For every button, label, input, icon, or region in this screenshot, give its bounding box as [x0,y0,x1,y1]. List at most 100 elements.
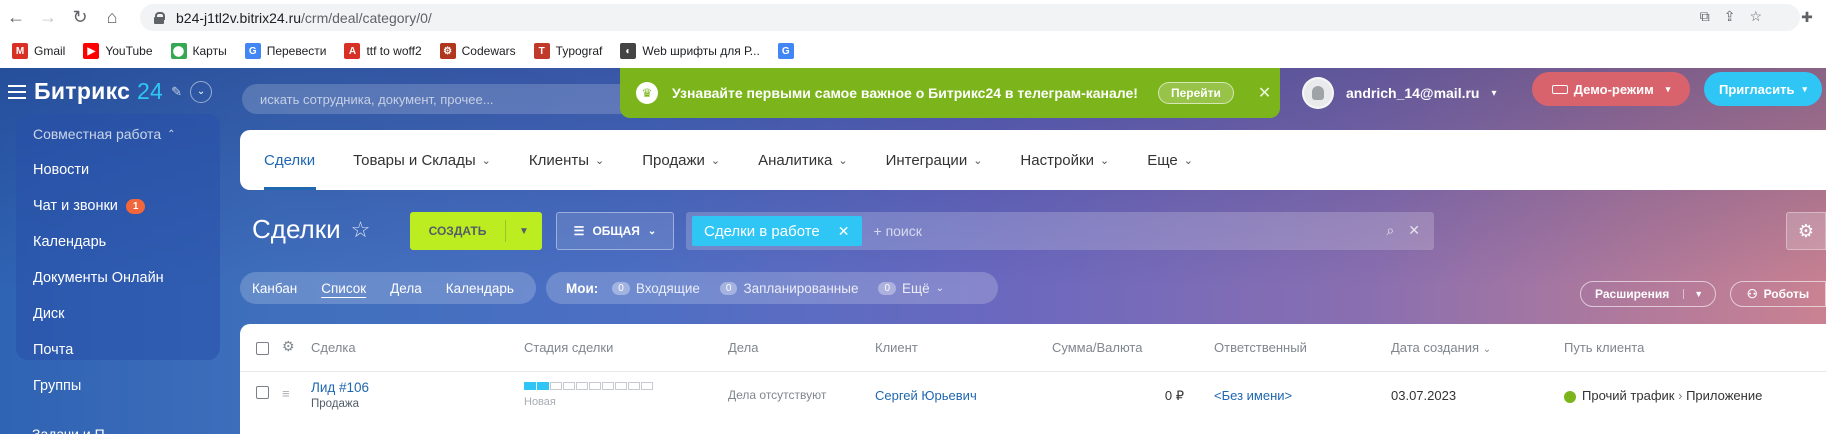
chevron-down-icon[interactable]: ▼ [506,226,542,237]
chevron-down-icon: ⌄ [1099,154,1110,167]
demo-mode-button[interactable]: Демо-режим ▾ [1532,72,1690,106]
responsible-link[interactable]: <Без имени> [1214,388,1292,403]
tab-item[interactable]: Еще ⌄ [1147,130,1211,190]
col-responsible[interactable]: Ответственный [1214,340,1307,355]
col-created[interactable]: Дата создания ⌄ [1391,340,1491,355]
tab-item[interactable]: Товары и Склады ⌄ [353,130,509,190]
sidebar-item[interactable]: Календарь [16,224,220,260]
chevron-down-icon[interactable]: ⌄ [190,80,213,103]
stage-segment[interactable] [576,382,588,390]
select-all-checkbox[interactable] [256,342,269,355]
view-0[interactable]: Канбан [252,281,297,296]
col-path[interactable]: Путь клиента [1564,340,1644,355]
forward-icon[interactable]: → [32,2,64,34]
logo[interactable]: Битрикс 24 [34,78,163,105]
tab-item[interactable]: Аналитика ⌄ [758,130,865,190]
stage-segment[interactable] [537,382,549,390]
col-tasks[interactable]: Дела [728,340,758,355]
chevron-down-icon[interactable]: ▼ [1683,289,1713,299]
counter-item[interactable]: 0 Входящие [612,281,700,296]
row-checkbox[interactable] [256,386,269,399]
menu-burger-icon[interactable] [8,84,26,99]
stage-segment[interactable] [602,382,614,390]
view-1[interactable]: Список [321,281,366,296]
gear-icon[interactable]: ⚙ [1786,212,1826,250]
sidebar-group[interactable]: Совместная работа ⌃ [16,120,220,152]
stage-segment[interactable] [615,382,627,390]
stage-segment[interactable] [550,382,562,390]
avatar[interactable] [1302,77,1334,109]
bookmark-item[interactable]: ◐ Web шрифты для Р... [620,43,760,59]
sidebar-item[interactable]: Документы Онлайн [16,260,220,296]
tab-item[interactable]: Сделки [264,130,333,190]
bookmark-item[interactable]: ▶ YouTube [83,43,153,59]
bookmark-item[interactable]: ⚙ Codewars [439,43,516,59]
col-stage[interactable]: Стадия сделки [524,340,613,355]
extensions-button[interactable]: Расширения ▼ [1580,281,1716,307]
star-icon[interactable]: ☆ [351,217,371,243]
col-deal[interactable]: Сделка [311,340,356,355]
stage-progress[interactable] [524,382,653,390]
share-icon[interactable]: ⇪ [1724,8,1736,25]
sidebar-item[interactable]: Новости [16,152,220,188]
filter-input[interactable]: + поиск [874,223,922,239]
search-input[interactable]: искать сотрудника, документ, прочее... [242,84,642,114]
counter-item[interactable]: 0 Ещё ⌄ [878,281,944,296]
sidebar-item[interactable]: Диск [16,296,220,332]
stage-segment[interactable] [641,382,653,390]
reload-icon[interactable]: ↻ [64,2,96,34]
translate-page-icon[interactable]: ⧉ [1700,8,1710,25]
bookmark-star-icon[interactable]: ☆ [1749,8,1762,25]
clear-icon[interactable]: ✕ [1408,222,1420,239]
stage-segment[interactable] [563,382,575,390]
search-icon[interactable]: ⌕ [1386,222,1394,239]
robots-button[interactable]: ⚇ Роботы [1730,281,1826,307]
user-menu[interactable]: andrich_14@mail.ru ▾ [1302,68,1497,118]
telegram-banner: ♛ Узнавайте первыми самое важное о Битри… [620,68,1280,118]
table-row[interactable]: ≡ Лид #106 Продажа Новая Дела отсутствую… [240,372,1826,424]
client-link[interactable]: Сергей Юрьевич [875,388,977,403]
address-bar[interactable]: b24-j1tl2v.bitrix24.ru/crm/deal/category… [140,4,1800,31]
col-sum[interactable]: Сумма/Валюта [1052,340,1142,355]
bookmark-item[interactable]: T Typograf [533,43,602,59]
close-icon[interactable]: ✕ [1258,83,1271,103]
edit-pencil-icon[interactable]: ✎ [171,84,182,100]
stage-segment[interactable] [589,382,601,390]
close-icon[interactable]: ✕ [838,223,850,240]
gear-icon[interactable]: ⚙ [282,338,295,355]
filter-search[interactable]: Сделки в работе ✕ + поиск ⌕ ✕ [686,212,1434,250]
stage-segment[interactable] [628,382,640,390]
view-2[interactable]: Дела [390,281,422,296]
bookmark-item[interactable]: G Перевести [244,43,326,59]
col-client[interactable]: Клиент [875,340,918,355]
filter-chip[interactable]: Сделки в работе ✕ [692,216,862,246]
banner-go-button[interactable]: Перейти [1157,82,1234,104]
chevron-down-icon[interactable]: ▾ [1491,88,1496,99]
home-icon[interactable]: ⌂ [96,2,128,34]
stage-cell[interactable]: Новая [524,382,653,408]
drag-handle-icon[interactable]: ≡ [282,386,290,401]
deal-link[interactable]: Лид #106 [311,380,369,395]
bookmark-item[interactable]: ⬤ Карты [170,43,227,59]
view-3[interactable]: Календарь [446,281,514,296]
category-filter-button[interactable]: ☰ ОБЩАЯ ⌄ [556,212,674,250]
logo-bar: Битрикс 24 ✎ ⌄ [8,78,213,105]
sidebar-item-peek[interactable]: Задачи и П... [32,426,116,434]
extensions-icon[interactable]: ✚ [1794,4,1820,30]
create-button[interactable]: СОЗДАТЬ ▼ [410,212,542,250]
tab-item[interactable]: Настройки ⌄ [1020,130,1127,190]
bookmark-item[interactable]: M Gmail [12,43,65,59]
tab-item[interactable]: Продажи ⌄ [642,130,738,190]
tab-item[interactable]: Клиенты ⌄ [529,130,622,190]
bookmark-item[interactable]: Attf to woff2 [344,43,422,59]
sidebar-item[interactable]: Группы [16,368,220,404]
user-email[interactable]: andrich_14@mail.ru [1346,85,1479,101]
back-icon[interactable]: ← [0,2,32,34]
sidebar-item[interactable]: Чат и звонки 1 [16,188,220,224]
counter-item[interactable]: 0 Запланированные [719,281,858,296]
bookmark-item[interactable]: G [777,43,794,59]
tab-item[interactable]: Интеграции ⌄ [886,130,1001,190]
stage-segment[interactable] [524,382,536,390]
sidebar-item[interactable]: Почта [16,332,220,368]
invite-button[interactable]: Пригласить ▾ [1704,72,1822,106]
